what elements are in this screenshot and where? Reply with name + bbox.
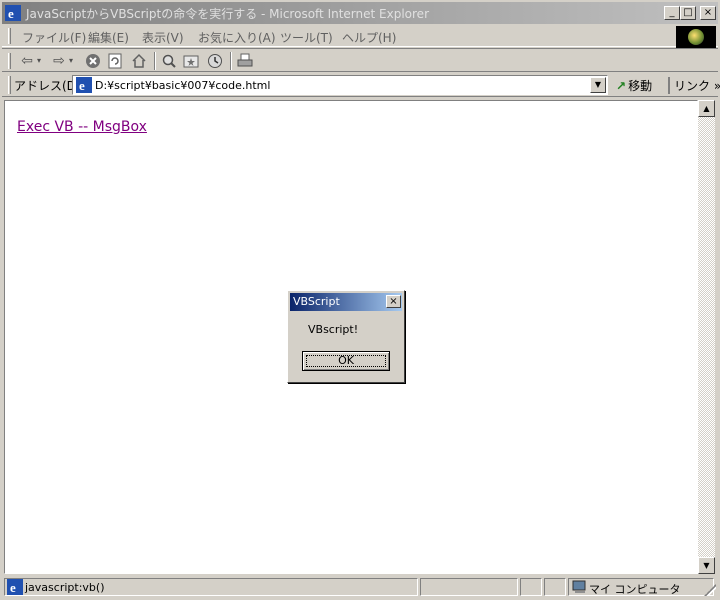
- scroll-up-button[interactable]: ▲: [698, 100, 715, 117]
- svg-text:e: e: [79, 78, 85, 93]
- history-icon[interactable]: [206, 52, 224, 70]
- svg-text:e: e: [8, 6, 14, 21]
- links-button[interactable]: リンク »: [668, 77, 720, 94]
- stop-icon[interactable]: [84, 52, 102, 70]
- status-pane-a: [520, 578, 542, 596]
- ie-throbber: [676, 26, 716, 48]
- toolbar-separator: [230, 52, 232, 70]
- globe-icon: [688, 29, 704, 45]
- menu-bar: ファイル(F) 編集(E) 表示(V) お気に入り(A) ツール(T) ヘルプ(…: [2, 25, 718, 48]
- go-button[interactable]: ↗ 移動: [616, 77, 652, 94]
- menu-grip[interactable]: [8, 28, 11, 44]
- menu-edit[interactable]: 編集(E): [88, 29, 129, 46]
- forward-dropdown-icon[interactable]: ▾: [66, 52, 76, 70]
- minimize-button[interactable]: _: [664, 6, 680, 20]
- dialog-title-bar[interactable]: VBScript ×: [290, 293, 402, 311]
- status-pane-zone: マイ コンピュータ: [568, 578, 714, 596]
- status-pane-b: [544, 578, 566, 596]
- go-label: 移動: [628, 79, 653, 93]
- ok-label: OK: [338, 354, 354, 367]
- address-bar: アドレス(D) e D:¥script¥basic¥007¥code.html …: [2, 73, 720, 97]
- standard-toolbar: ⇦ ▾ ⇨ ▾: [2, 48, 718, 72]
- scroll-down-button[interactable]: ▼: [698, 557, 715, 574]
- ie-icon: e: [5, 5, 21, 21]
- menu-favorites[interactable]: お気に入り(A): [198, 29, 276, 46]
- menu-view[interactable]: 表示(V): [142, 29, 184, 46]
- dialog-message: VBscript!: [308, 323, 359, 336]
- toolbar-separator: [154, 52, 156, 70]
- address-input[interactable]: e D:¥script¥basic¥007¥code.html ▼: [72, 75, 608, 95]
- back-dropdown-icon[interactable]: ▾: [34, 52, 44, 70]
- address-value[interactable]: D:¥script¥basic¥007¥code.html: [95, 79, 270, 92]
- status-bar: e javascript:vb() マイ コンピュータ: [2, 576, 718, 598]
- go-arrow-icon: ↗: [616, 79, 627, 93]
- address-label: アドレス(D): [14, 79, 81, 93]
- menu-help[interactable]: ヘルプ(H): [342, 29, 396, 46]
- message-box: VBScript × VBscript! OK: [287, 290, 405, 383]
- exec-vb-msgbox-link[interactable]: Exec VB -- MsgBox: [17, 119, 147, 135]
- menu-tools[interactable]: ツール(T): [280, 29, 333, 46]
- address-dropdown-button[interactable]: ▼: [590, 77, 606, 93]
- ok-button[interactable]: OK: [302, 351, 390, 371]
- status-text: javascript:vb(): [25, 581, 105, 594]
- zone-label: マイ コンピュータ: [589, 583, 681, 596]
- resize-grip-icon[interactable]: [704, 584, 716, 596]
- vertical-scrollbar[interactable]: ▲ ▼: [698, 100, 715, 574]
- svg-text:e: e: [10, 580, 16, 595]
- refresh-icon[interactable]: [106, 52, 124, 70]
- address-grip[interactable]: [8, 76, 11, 94]
- home-icon[interactable]: [130, 52, 148, 70]
- close-button[interactable]: ×: [700, 6, 716, 20]
- menu-file[interactable]: ファイル(F): [22, 29, 86, 46]
- maximize-button[interactable]: □: [680, 6, 696, 20]
- search-icon[interactable]: [160, 52, 178, 70]
- print-icon[interactable]: [236, 52, 254, 70]
- status-pane-progress: [420, 578, 518, 596]
- window-title: JavaScriptからVBScriptの命令を実行する - Microsoft…: [26, 7, 429, 21]
- ie-page-icon: e: [7, 579, 23, 595]
- page-icon: e: [76, 77, 92, 93]
- title-bar[interactable]: e JavaScriptからVBScriptの命令を実行する - Microso…: [2, 2, 718, 24]
- dialog-title: VBScript: [293, 295, 340, 308]
- favorites-icon[interactable]: [182, 52, 200, 70]
- browser-window: e JavaScriptからVBScriptの命令を実行する - Microso…: [0, 0, 720, 600]
- toolbar-grip[interactable]: [8, 53, 11, 69]
- status-pane-main: e javascript:vb(): [4, 578, 418, 596]
- dialog-close-button[interactable]: ×: [386, 295, 401, 308]
- computer-icon: [572, 580, 586, 593]
